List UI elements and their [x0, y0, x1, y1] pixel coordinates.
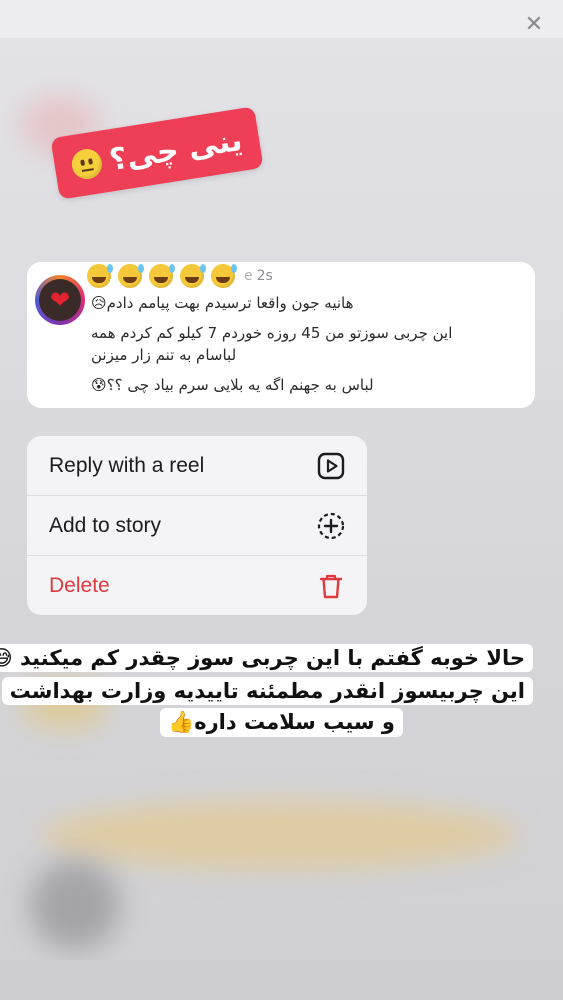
- caption-line-3: و سیب سلامت داره👍: [30, 708, 533, 737]
- sweat-smile-emoji: [87, 264, 113, 288]
- sweat-smile-emoji: [211, 264, 237, 288]
- caption-line-1: حالا خوبه گفتم با این چربی سوز چقدر کم م…: [0, 644, 533, 672]
- sweat-smile-emoji: [118, 264, 144, 288]
- message-line: این چربی سوزتو من 45 روزه خوردم 7 کیلو ک…: [91, 324, 453, 342]
- menu-item-add-to-story[interactable]: Add to story: [27, 496, 367, 556]
- blur-shape: [40, 800, 520, 870]
- message-bubble[interactable]: ❤ e 2s هانیه جون واقعا ترسیدم بهت پیامم …: [27, 262, 535, 408]
- close-icon[interactable]: ✕: [523, 14, 545, 36]
- top-bar: ✕: [0, 0, 563, 38]
- message-text: هانیه جون واقعا ترسیدم بهت پیامم دادم😥 ا…: [91, 292, 523, 396]
- caption-text: حالا خوبه گفتم با این چربی سوز چقدر کم م…: [0, 644, 533, 672]
- menu-item-reply-with-reel[interactable]: Reply with a reel: [27, 436, 367, 496]
- sweat-smile-emoji: [149, 264, 175, 288]
- sender-name: e: [244, 268, 253, 284]
- bottom-band: [0, 960, 563, 1000]
- caption-line-2: این چربیسوز انقدر مطمئنه تاییدیه وزارت ب…: [1, 677, 533, 705]
- caption-text: این چربیسوز انقدر مطمئنه تاییدیه وزارت ب…: [1, 677, 533, 705]
- context-menu: Reply with a reel Add to story Delete: [27, 436, 367, 615]
- message-line: هانیه جون واقعا ترسیدم بهت پیامم دادم😥: [91, 294, 354, 312]
- menu-item-delete[interactable]: Delete: [27, 556, 367, 615]
- neutral-face-emoji: [69, 146, 105, 182]
- message-line: لباس به جهنم اگه یه بلایی سرم بیاد چی ؟؟…: [91, 376, 374, 394]
- avatar[interactable]: ❤: [35, 275, 85, 325]
- trash-icon: [319, 574, 343, 599]
- menu-item-label: Delete: [49, 573, 110, 597]
- message-header: e 2s: [87, 264, 273, 288]
- sticker-text: ینی چی؟: [107, 122, 245, 178]
- message-time: 2s: [256, 268, 273, 284]
- heart-icon: ❤: [49, 286, 71, 314]
- menu-item-label: Reply with a reel: [49, 453, 205, 477]
- sweat-smile-emoji: [180, 264, 206, 288]
- blur-shape: [30, 860, 120, 950]
- menu-item-label: Add to story: [49, 513, 162, 537]
- reel-icon: [317, 452, 345, 480]
- message-line: لباسام به تنم زار میزنن: [91, 346, 237, 364]
- add-story-icon: [317, 512, 345, 540]
- caption-text: و سیب سلامت داره👍: [160, 708, 403, 737]
